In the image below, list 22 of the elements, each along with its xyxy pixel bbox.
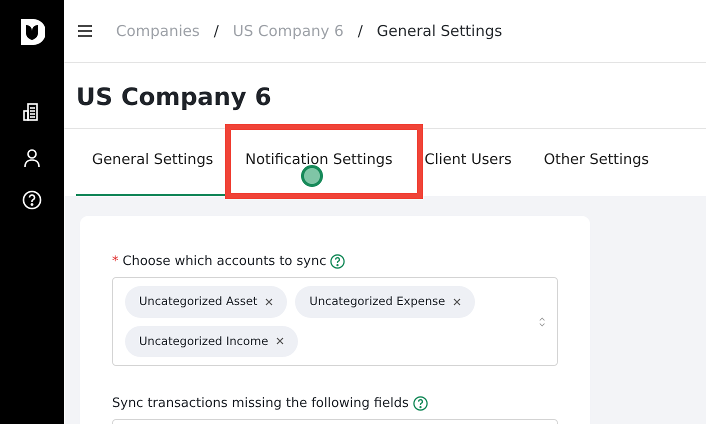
field-label: Sync transactions missing the following fields [112, 394, 409, 413]
tag: Uncategorized Expense [295, 286, 476, 318]
close-icon[interactable] [265, 298, 274, 306]
tag: Uncategorized Income [125, 326, 298, 357]
page-title: US Company 6 [75, 82, 272, 113]
tag: Uncategorized Asset [125, 286, 288, 318]
menu-icon[interactable] [78, 25, 92, 37]
tab[interactable]: Other Settings [528, 128, 665, 196]
tab[interactable]: Client Users [408, 128, 528, 196]
breadcrumb-separator: / [358, 20, 363, 42]
logo-icon [19, 18, 45, 46]
close-icon[interactable] [453, 298, 462, 306]
breadcrumb-separator: / [214, 20, 219, 42]
tab[interactable]: Notification Settings [229, 128, 409, 196]
click-marker [301, 164, 324, 187]
multi-select-field[interactable]: Uncategorized Asset Uncategorized Expense Uncategorized Income [112, 277, 558, 366]
chevron-up-down-icon [538, 316, 545, 328]
close-icon[interactable] [276, 337, 284, 346]
user-icon[interactable] [23, 148, 41, 168]
field-label: Choose which accounts to sync [122, 252, 326, 271]
breadcrumb-current: General Settings [376, 20, 502, 42]
required-asterisk: * [112, 252, 118, 271]
